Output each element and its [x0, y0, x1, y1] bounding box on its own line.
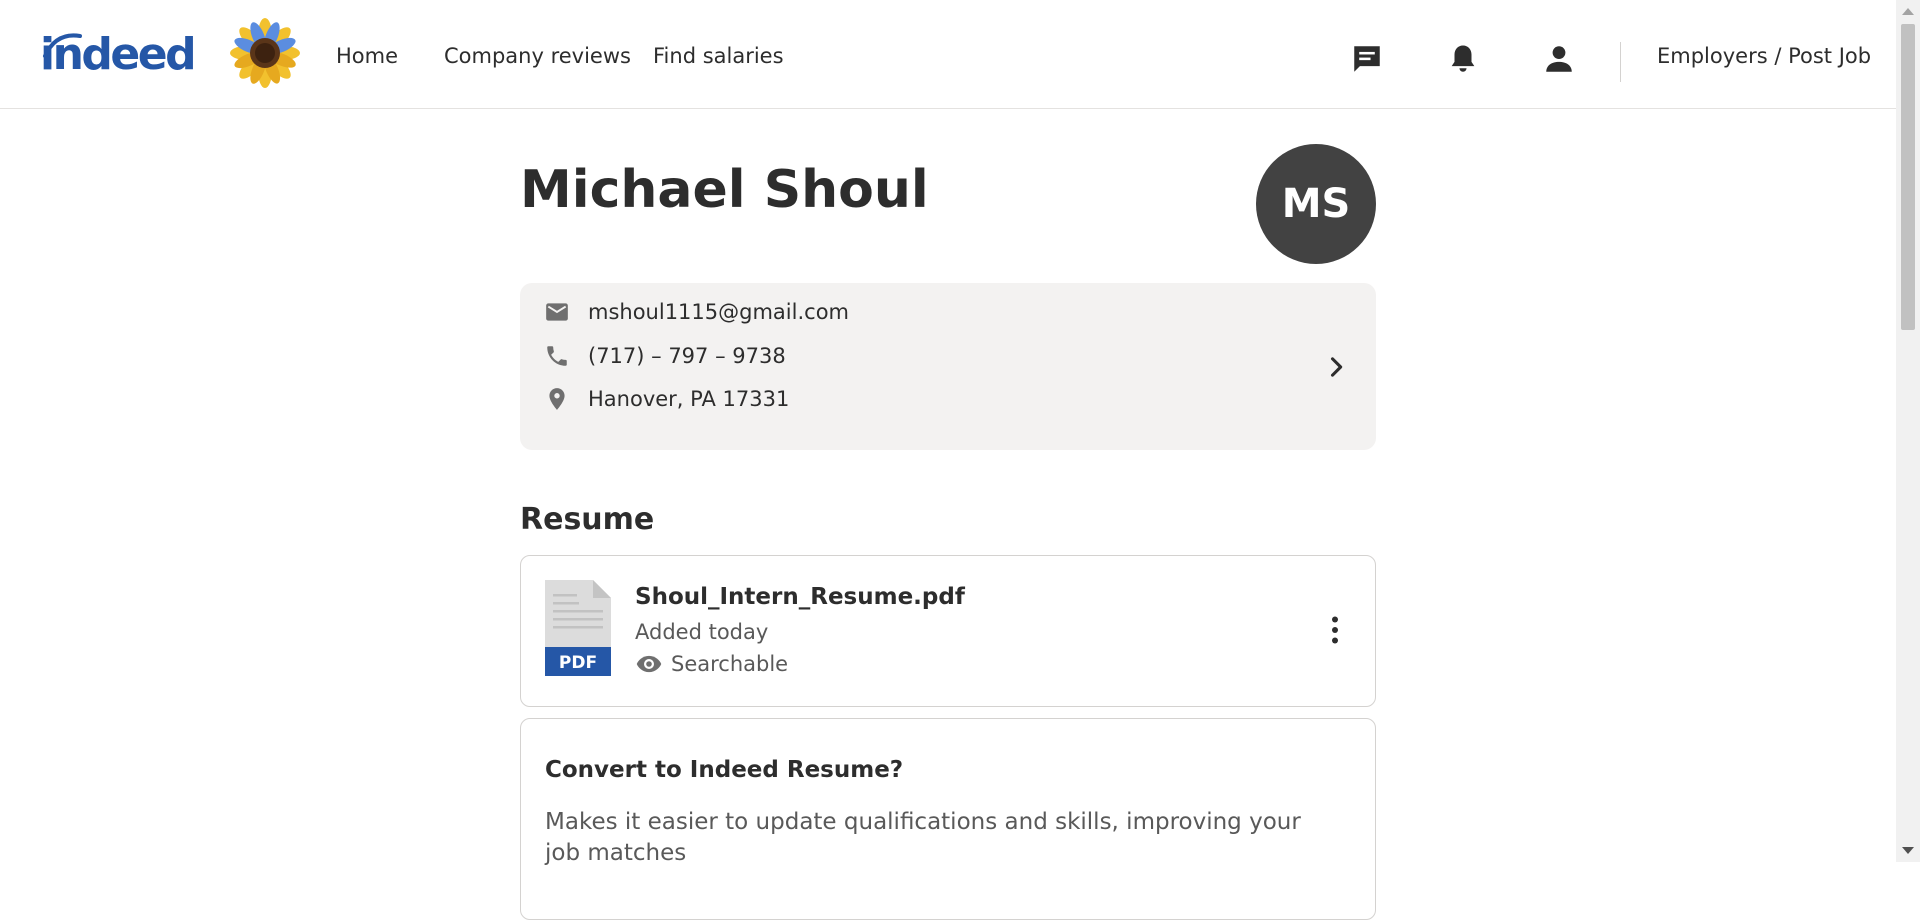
scroll-up-arrow-icon[interactable] — [1902, 8, 1914, 15]
resume-added-date: Added today — [635, 620, 769, 644]
scroll-down-arrow-icon[interactable] — [1902, 847, 1914, 854]
nav-home-link[interactable]: Home — [336, 44, 398, 68]
contact-location: Hanover, PA 17331 — [588, 387, 790, 411]
convert-description: Makes it easier to update qualifications… — [545, 809, 1301, 866]
more-options-icon[interactable] — [1317, 612, 1353, 648]
eye-icon — [636, 655, 662, 673]
profile-name: Michael Shoul — [520, 160, 929, 220]
nav-company-reviews-link[interactable]: Company reviews — [444, 44, 631, 68]
convert-resume-card: Convert to Indeed Resume? Makes it easie… — [520, 718, 1376, 920]
contact-location-row: Hanover, PA 17331 — [544, 384, 789, 414]
pdf-file-icon: PDF — [545, 580, 611, 676]
top-navigation-bar: indeed Home Company reviews Find salarie… — [0, 0, 1896, 109]
contact-phone: (717) – 797 – 9738 — [588, 344, 786, 368]
email-icon — [546, 303, 568, 321]
resume-file-name[interactable]: Shoul_Intern_Resume.pdf — [635, 584, 965, 610]
messages-icon[interactable] — [1350, 42, 1384, 76]
avatar: MS — [1256, 144, 1376, 264]
resume-visibility: Searchable — [635, 650, 788, 678]
phone-icon — [547, 346, 567, 366]
employers-post-job-link[interactable]: Employers / Post Job — [1657, 44, 1871, 68]
convert-title: Convert to Indeed Resume? — [545, 757, 904, 783]
nav-find-salaries-link[interactable]: Find salaries — [653, 44, 784, 68]
header-divider — [1620, 42, 1621, 82]
indeed-logo[interactable]: indeed — [40, 24, 197, 84]
scroll-thumb[interactable] — [1901, 24, 1915, 330]
notifications-bell-icon[interactable] — [1446, 42, 1480, 76]
contact-info-card[interactable]: mshoul1115@gmail.com (717) – 797 – 9738 … — [520, 283, 1376, 450]
logo-arc-icon — [43, 33, 82, 58]
contact-email-row: mshoul1115@gmail.com — [544, 297, 849, 327]
resume-section-title: Resume — [520, 502, 655, 537]
contact-email: mshoul1115@gmail.com — [588, 300, 849, 324]
location-pin-icon — [549, 388, 565, 410]
page-scrollbar[interactable] — [1896, 0, 1920, 862]
sunflower-icon — [230, 18, 300, 88]
account-person-icon[interactable] — [1542, 42, 1576, 76]
resume-file-card[interactable]: PDF Shoul_Intern_Resume.pdf Added today … — [520, 555, 1376, 707]
pdf-badge-text: PDF — [559, 653, 597, 673]
chevron-right-icon[interactable] — [1322, 353, 1350, 381]
contact-phone-row: (717) – 797 – 9738 — [544, 341, 786, 371]
resume-visibility-label: Searchable — [671, 652, 789, 676]
